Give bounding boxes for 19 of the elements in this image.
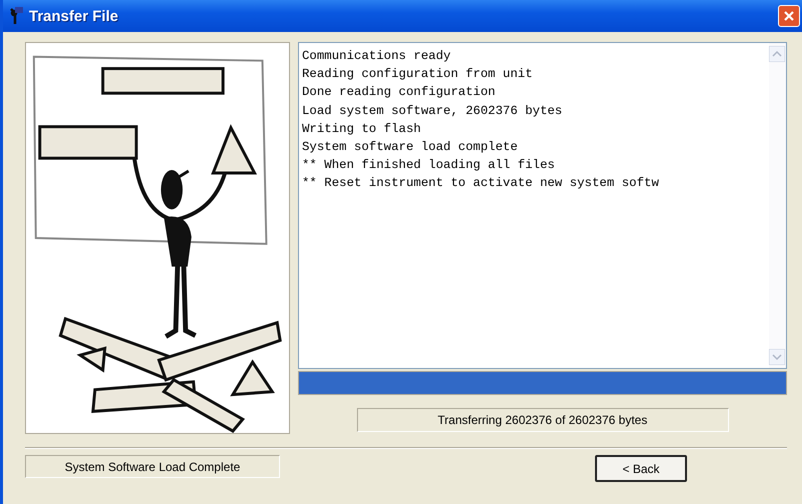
log-text-area[interactable] [298, 42, 787, 369]
scroll-up-icon[interactable] [769, 46, 785, 62]
scroll-bar[interactable] [769, 43, 786, 368]
close-button[interactable] [778, 5, 800, 27]
log-line: ** Reset instrument to activate new system softw [302, 175, 660, 192]
back-button[interactable]: < Back [595, 455, 687, 482]
log-line: Done reading configuration [302, 84, 496, 102]
scroll-down-icon[interactable] [769, 349, 785, 365]
window-title: Transfer File [29, 8, 118, 24]
status-text: System Software Load Complete [25, 455, 280, 478]
stick-figure-icon [9, 7, 23, 25]
log-line: Reading configuration from unit [302, 66, 534, 84]
log-line: Communications ready [302, 48, 452, 65]
log-line: System software load complete [302, 139, 519, 156]
log-line: Load system software, 2602376 bytes [302, 102, 564, 120]
log-line: ** When finished loading all files [302, 157, 556, 174]
transfer-status-text: Transferring 2602376 of 2602376 bytes [356, 408, 728, 432]
close-icon [783, 10, 795, 22]
log-line: Writing to flash [302, 120, 422, 138]
